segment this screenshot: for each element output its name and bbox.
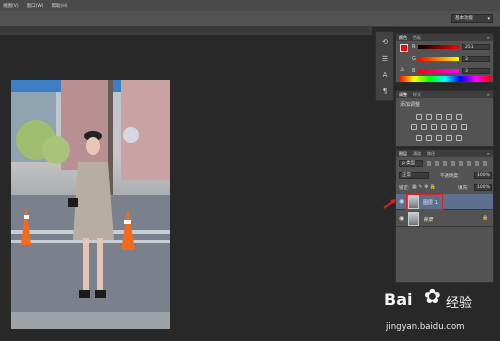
watermark-url: jingyan.baidu.com: [386, 322, 465, 332]
layer-filter-icons[interactable]: [427, 161, 487, 166]
visibility-eye-icon[interactable]: ◉: [399, 198, 404, 205]
tab-color[interactable]: 颜色: [399, 35, 407, 41]
menu-window[interactable]: 窗口(W): [27, 3, 44, 9]
hue-saturation-icon[interactable]: [411, 124, 417, 130]
document-tab-strip: [0, 27, 372, 35]
layers-panel: 图层 通道 路径 ≡ ρ 类型 正常 不透明度: 100% 锁定: ▦ ✎ ✥ …: [395, 149, 494, 283]
channel-g-slider[interactable]: [418, 57, 459, 61]
gradient-map-icon[interactable]: [446, 135, 452, 141]
threshold-icon[interactable]: [436, 135, 442, 141]
tab-paths[interactable]: 路径: [427, 151, 435, 157]
tab-adjustments[interactable]: 调整: [399, 92, 407, 98]
fill-input[interactable]: 100%: [474, 184, 492, 191]
color-ramp[interactable]: [399, 76, 491, 82]
history-icon[interactable]: ⟲: [380, 37, 390, 47]
opacity-label: 不透明度:: [440, 174, 460, 179]
foreground-color-swatch[interactable]: [400, 44, 408, 52]
baidu-jingyan-watermark: Bai ✿ 经验 jingyan.baidu.com: [384, 284, 494, 336]
lock-icons[interactable]: ▦ ✎ ✥ 🔒: [412, 184, 436, 190]
posterize-icon[interactable]: [426, 135, 432, 141]
paw-icon: ✿: [424, 284, 441, 308]
paragraph-icon[interactable]: ¶: [380, 86, 390, 96]
layer-thumbnail: [408, 212, 419, 226]
photo-filter-icon[interactable]: [441, 124, 447, 130]
color-lookup-icon[interactable]: [461, 124, 467, 130]
layer-row-background[interactable]: ◉ 背景 🔒: [396, 211, 493, 227]
layer-row-layer1[interactable]: ◉ 图层 1: [396, 194, 493, 210]
vibrance-icon[interactable]: [456, 114, 462, 120]
menu-help[interactable]: 帮助(H): [52, 3, 68, 9]
adjustments-title: 添加调整: [400, 102, 421, 108]
opacity-input[interactable]: 100%: [474, 172, 492, 179]
brightness-icon[interactable]: [416, 114, 422, 120]
workspace-dropdown[interactable]: 基本功能: [451, 14, 493, 23]
layers-panel-tabs: 图层 通道 路径 ≡: [396, 150, 493, 157]
selective-color-icon[interactable]: [456, 135, 462, 141]
tab-swatches[interactable]: 色板: [413, 35, 421, 41]
layer-kind-filter[interactable]: ρ 类型: [399, 160, 423, 167]
adjustment-icons-row-2: [411, 124, 467, 130]
channel-mixer-icon[interactable]: [451, 124, 457, 130]
tab-styles[interactable]: 样式: [413, 92, 421, 98]
invert-icon[interactable]: [416, 135, 422, 141]
panel-menu-icon[interactable]: ≡: [487, 92, 490, 97]
panel-icon-dock: ⟲ ☰ A ¶: [375, 31, 394, 101]
adjustment-icons-row-1: [416, 114, 462, 120]
black-white-icon[interactable]: [431, 124, 437, 130]
adjustments-panel: 调整 样式 ≡ 添加调整: [395, 90, 494, 147]
watermark-brand-cn: 经验: [446, 296, 473, 311]
channel-b-slider[interactable]: [418, 69, 459, 73]
panel-menu-icon[interactable]: ≡: [487, 151, 490, 156]
blend-mode-dropdown[interactable]: 正常: [399, 172, 429, 179]
levels-icon[interactable]: [426, 114, 432, 120]
fill-label: 填充:: [458, 186, 469, 191]
panel-menu-icon[interactable]: ≡: [487, 35, 490, 40]
document-image[interactable]: [11, 80, 170, 329]
channel-g-label: G: [412, 56, 416, 62]
gamut-warning-icon: ⚠: [400, 67, 405, 73]
layer-name[interactable]: 图层 1: [423, 199, 438, 206]
curves-icon[interactable]: [436, 114, 442, 120]
menu-view[interactable]: 视图(V): [3, 3, 19, 9]
options-bar: [0, 11, 500, 27]
red-arrow-annotation: [383, 199, 396, 209]
street-photo: [11, 80, 170, 329]
layer-name[interactable]: 背景: [423, 216, 433, 223]
color-balance-icon[interactable]: [421, 124, 427, 130]
channel-b-label: B: [412, 68, 416, 74]
menubar: 视图(V) 窗口(W) 帮助(H): [0, 0, 500, 11]
channel-b-value[interactable]: 3: [462, 68, 490, 74]
channel-r-label: R: [412, 44, 416, 50]
exposure-icon[interactable]: [446, 114, 452, 120]
channel-g-value[interactable]: 3: [462, 56, 490, 62]
color-panel-tabs: 颜色 色板 ≡: [396, 34, 493, 41]
visibility-eye-icon[interactable]: ◉: [399, 215, 404, 222]
channel-r-slider[interactable]: [418, 45, 459, 49]
watermark-brand: Bai: [384, 290, 413, 309]
adjustment-icons-row-3: [416, 135, 462, 141]
color-panel: 颜色 色板 ≡ R 251 G 3 ⚠ B 3: [395, 33, 494, 83]
tab-layers[interactable]: 图层: [399, 151, 407, 157]
lock-icon: 🔒: [482, 215, 489, 221]
properties-icon[interactable]: ☰: [380, 54, 390, 64]
adjustments-panel-tabs: 调整 样式 ≡: [396, 91, 493, 98]
channel-r-value[interactable]: 251: [462, 44, 490, 50]
character-icon[interactable]: A: [380, 70, 390, 80]
tab-channels[interactable]: 通道: [413, 151, 421, 157]
lock-label: 锁定:: [399, 186, 410, 191]
